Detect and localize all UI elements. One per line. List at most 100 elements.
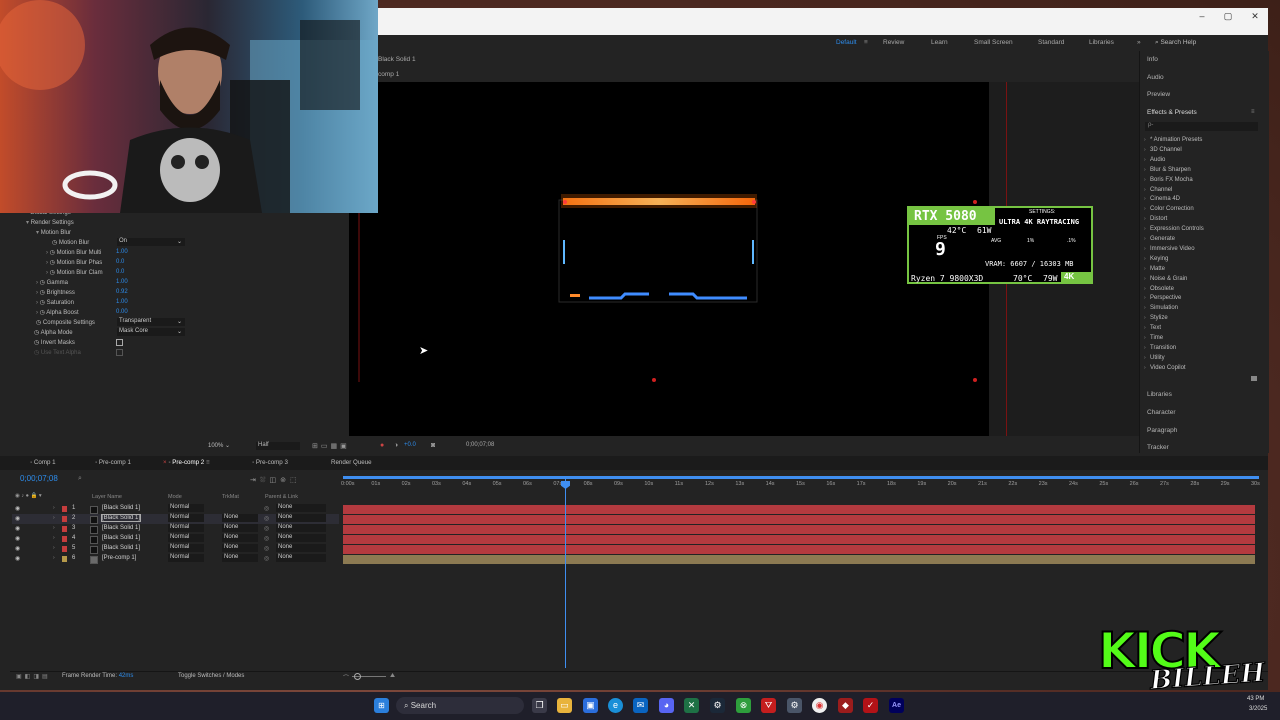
toggle-switches-modes[interactable]: Toggle Switches / Modes <box>178 673 244 679</box>
resolution-select[interactable]: Half <box>256 442 300 450</box>
col-layer-name[interactable]: Layer Name <box>92 494 122 500</box>
panel-menu-icon[interactable]: ≡ <box>1251 109 1255 115</box>
zoom-select[interactable]: 100% ⌄ <box>208 442 230 449</box>
expand-chevron-icon[interactable]: › <box>1144 295 1146 301</box>
effect-category-item[interactable]: Video Copilot <box>1150 365 1186 371</box>
expand-chevron-icon[interactable]: › <box>1144 177 1146 183</box>
stopwatch-icon[interactable]: ◷ <box>52 240 59 246</box>
label-color-swatch[interactable] <box>62 516 67 522</box>
layer-mode-select[interactable]: Normal <box>168 514 204 522</box>
eye-icon[interactable]: ◉ <box>15 525 20 532</box>
label-color-swatch[interactable] <box>62 506 67 512</box>
layer-mode-select[interactable]: Normal <box>168 524 204 532</box>
expand-chevron-icon[interactable]: › <box>53 505 55 511</box>
effect-category-item[interactable]: Text <box>1150 325 1161 331</box>
label-color-swatch[interactable] <box>62 536 67 542</box>
pickwhip-icon[interactable]: ◎ <box>264 505 269 512</box>
ec-motion-blur-phase[interactable]: › ◷ Motion Blur Phas <box>46 259 102 269</box>
tab-pre-comp-2[interactable]: × ▪ Pre-comp 2 ≡ <box>163 459 210 466</box>
layer-parent-select[interactable]: None <box>276 524 326 532</box>
col-trkmat[interactable]: TrkMat <box>222 494 239 500</box>
panel-character[interactable]: Character <box>1147 409 1176 416</box>
workspace-more-icon[interactable]: » <box>1137 39 1141 46</box>
layer-duration-bar[interactable] <box>343 534 1255 544</box>
exposure-value[interactable]: +0.0 <box>404 442 416 448</box>
effect-category-item[interactable]: Keying <box>1150 256 1168 262</box>
expand-chevron-icon[interactable]: › <box>1144 216 1146 222</box>
col-parent[interactable]: Parent & Link <box>265 494 298 500</box>
panel-preview[interactable]: Preview <box>1147 91 1170 98</box>
comp-header-label[interactable]: comp 1 <box>378 71 399 78</box>
pickwhip-icon[interactable]: ◎ <box>264 535 269 542</box>
workspace-review[interactable]: Review <box>883 39 904 46</box>
ec-composite-settings[interactable]: ◷ Composite Settings <box>36 319 95 329</box>
workspace-standard[interactable]: Standard <box>1038 39 1064 46</box>
expand-chevron-icon[interactable]: › <box>1144 266 1146 272</box>
effect-category-item[interactable]: Matte <box>1150 266 1165 272</box>
expand-chevron-icon[interactable]: › <box>1144 157 1146 163</box>
pickwhip-icon[interactable]: ◎ <box>264 555 269 562</box>
pickwhip-icon[interactable]: ◎ <box>264 525 269 532</box>
expand-chevron-icon[interactable]: › <box>1144 246 1146 252</box>
zoom-out-icon[interactable]: ⌒ <box>343 673 349 682</box>
ec-motion-blur-multi[interactable]: › ◷ Motion Blur Multi <box>46 249 101 259</box>
mail-icon[interactable]: ✉ <box>633 698 648 713</box>
effect-category-item[interactable]: Distort <box>1150 216 1167 222</box>
effect-category-item[interactable]: Stylize <box>1150 315 1168 321</box>
work-area-bar[interactable] <box>343 476 1259 479</box>
effect-category-item[interactable]: Color Correction <box>1150 206 1194 212</box>
workspace-menu-icon[interactable]: ≡ <box>864 39 868 46</box>
ec-motion-blur-group[interactable]: ▾ Motion Blur <box>36 229 71 239</box>
timeline-zoom-handle[interactable] <box>354 673 361 680</box>
layer-parent-select[interactable]: None <box>276 544 326 552</box>
brightness-value[interactable]: 0.92 <box>116 289 128 295</box>
composite-settings-select[interactable]: Transparent ⌄ <box>117 318 185 326</box>
effect-category-item[interactable]: Boris FX Mocha <box>1150 177 1193 183</box>
eye-icon[interactable]: ◉ <box>15 545 20 552</box>
eye-icon[interactable]: ◉ <box>15 515 20 522</box>
layer-trkmat-select[interactable]: None <box>222 524 258 532</box>
use-text-alpha-checkbox[interactable] <box>116 349 123 356</box>
recorder-icon[interactable]: ◆ <box>838 698 853 713</box>
panel-effects-presets[interactable]: Effects & Presets <box>1147 109 1197 116</box>
label-color-swatch[interactable] <box>62 526 67 532</box>
layer-parent-select[interactable]: None <box>276 504 326 512</box>
snapshot-icon[interactable]: ◙ <box>431 442 435 449</box>
panel-tracker[interactable]: Tracker <box>1147 444 1169 451</box>
pickwhip-icon[interactable]: ◎ <box>264 515 269 522</box>
table-row[interactable]: ◉ › 5 [Black Solid 1] Normal None ◎ None <box>12 544 339 554</box>
effect-category-item[interactable]: Audio <box>1150 157 1165 163</box>
file-explorer-icon[interactable]: ▭ <box>557 698 572 713</box>
expand-chevron-icon[interactable]: › <box>1144 226 1146 232</box>
alpha-boost-value[interactable]: 0.00 <box>116 309 128 315</box>
expand-chevron-icon[interactable]: › <box>1144 167 1146 173</box>
layer-duration-bar[interactable] <box>343 554 1255 564</box>
effect-category-item[interactable]: Immersive Video <box>1150 246 1195 252</box>
layer-name[interactable]: [Pre-comp 1] <box>102 555 136 561</box>
acrobat-icon[interactable]: ✓ <box>863 698 878 713</box>
minimize-button[interactable]: – <box>1188 8 1216 24</box>
tab-pre-comp-1[interactable]: ▪ Pre-comp 1 <box>95 459 131 466</box>
panel-paragraph[interactable]: Paragraph <box>1147 427 1177 434</box>
layer-mode-select[interactable]: Normal <box>168 534 204 542</box>
layer-name[interactable]: [Black Solid 1] <box>102 535 140 541</box>
effect-category-item[interactable]: Blur & Sharpen <box>1150 167 1191 173</box>
panel-info[interactable]: Info <box>1147 56 1158 63</box>
tab-comp-1[interactable]: ▪ Comp 1 <box>30 459 56 466</box>
eye-icon[interactable]: ◉ <box>15 555 20 562</box>
settings-icon[interactable]: ⚙ <box>787 698 802 713</box>
expand-chevron-icon[interactable]: › <box>1144 305 1146 311</box>
layer-trkmat-select[interactable]: None <box>222 514 258 522</box>
effect-category-item[interactable]: 3D Channel <box>1150 147 1182 153</box>
expand-chevron-icon[interactable]: › <box>1144 315 1146 321</box>
layer-trkmat-select[interactable]: None <box>222 554 258 562</box>
motion-blur-clamp-value[interactable]: 0.0 <box>116 269 124 275</box>
expand-chevron-icon[interactable]: › <box>1144 256 1146 262</box>
expand-chevron-icon[interactable]: › <box>1144 236 1146 242</box>
motion-blur-phase-value[interactable]: 0.0 <box>116 259 124 265</box>
layer-duration-bar[interactable] <box>343 544 1255 554</box>
layer-parent-select[interactable]: None <box>276 514 326 522</box>
ec-alpha-boost[interactable]: › ◷ Alpha Boost <box>36 309 79 319</box>
search-help[interactable]: ⌕ Search Help <box>1155 39 1196 47</box>
clock-time[interactable]: 43 PM <box>1247 696 1264 702</box>
